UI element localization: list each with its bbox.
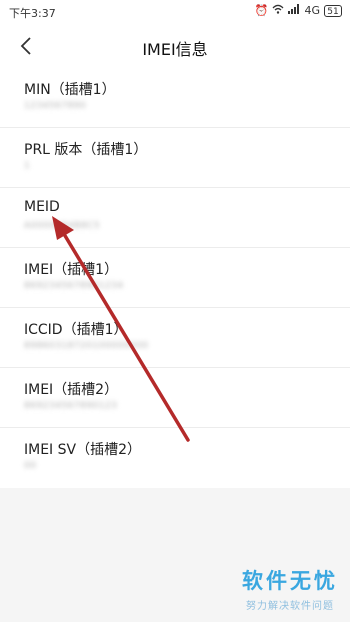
signal-icon <box>288 4 300 18</box>
item-label: IMEI SV（插槽2） <box>24 442 142 458</box>
item-value: 00 <box>24 461 37 471</box>
wifi-icon <box>272 4 284 18</box>
item-value: 1 <box>24 161 31 171</box>
status-time: 下午3:37 <box>9 7 56 20</box>
item-value: A0000084B8C5 <box>24 221 101 231</box>
item-label: IMEI（插槽2） <box>24 382 119 398</box>
list-item-prl-version-slot1[interactable]: PRL 版本（插槽1） 1 <box>0 128 350 188</box>
network-type: 4G <box>304 4 320 17</box>
imei-info-list: MIN（插槽1） 1234567890 PRL 版本（插槽1） 1 MEID A… <box>0 68 350 488</box>
watermark-logo: 软件无忧 努力解决软件问题 <box>242 565 338 612</box>
status-bar: 下午3:37 ⏰ 4G 51 <box>0 0 350 24</box>
list-item-iccid-slot1[interactable]: ICCID（插槽1） 89860318720100000000 <box>0 308 350 368</box>
list-item-imei-sv-slot2[interactable]: IMEI SV（插槽2） 00 <box>0 428 350 488</box>
alarm-icon: ⏰ <box>254 4 269 17</box>
item-label: IMEI（插槽1） <box>24 262 119 278</box>
watermark-main-text: 软件无忧 <box>242 569 338 593</box>
item-label: PRL 版本（插槽1） <box>24 142 148 158</box>
list-item-imei-slot2[interactable]: IMEI（插槽2） 869234567890123 <box>0 368 350 428</box>
watermark-sub-text: 努力解决软件问题 <box>246 601 334 612</box>
page-title: IMEI信息 <box>142 40 208 59</box>
item-value: 89860318720100000000 <box>24 341 149 351</box>
item-value: 869234567890123 <box>24 401 118 411</box>
list-item-meid[interactable]: MEID A0000084B8C5 <box>0 188 350 248</box>
item-label: ICCID（插槽1） <box>24 322 128 338</box>
battery-icon: 51 <box>324 5 342 17</box>
item-value: 1234567890 <box>24 101 87 111</box>
item-label: MEID <box>24 199 60 215</box>
list-item-min-slot1[interactable]: MIN（插槽1） 1234567890 <box>0 68 350 128</box>
status-icons: ⏰ 4G 51 <box>255 4 342 18</box>
item-value: 8692345678901234 <box>24 281 124 291</box>
list-item-imei-slot1[interactable]: IMEI（插槽1） 8692345678901234 <box>0 248 350 308</box>
item-label: MIN（插槽1） <box>24 82 116 98</box>
app-bar: IMEI信息 <box>0 24 350 68</box>
